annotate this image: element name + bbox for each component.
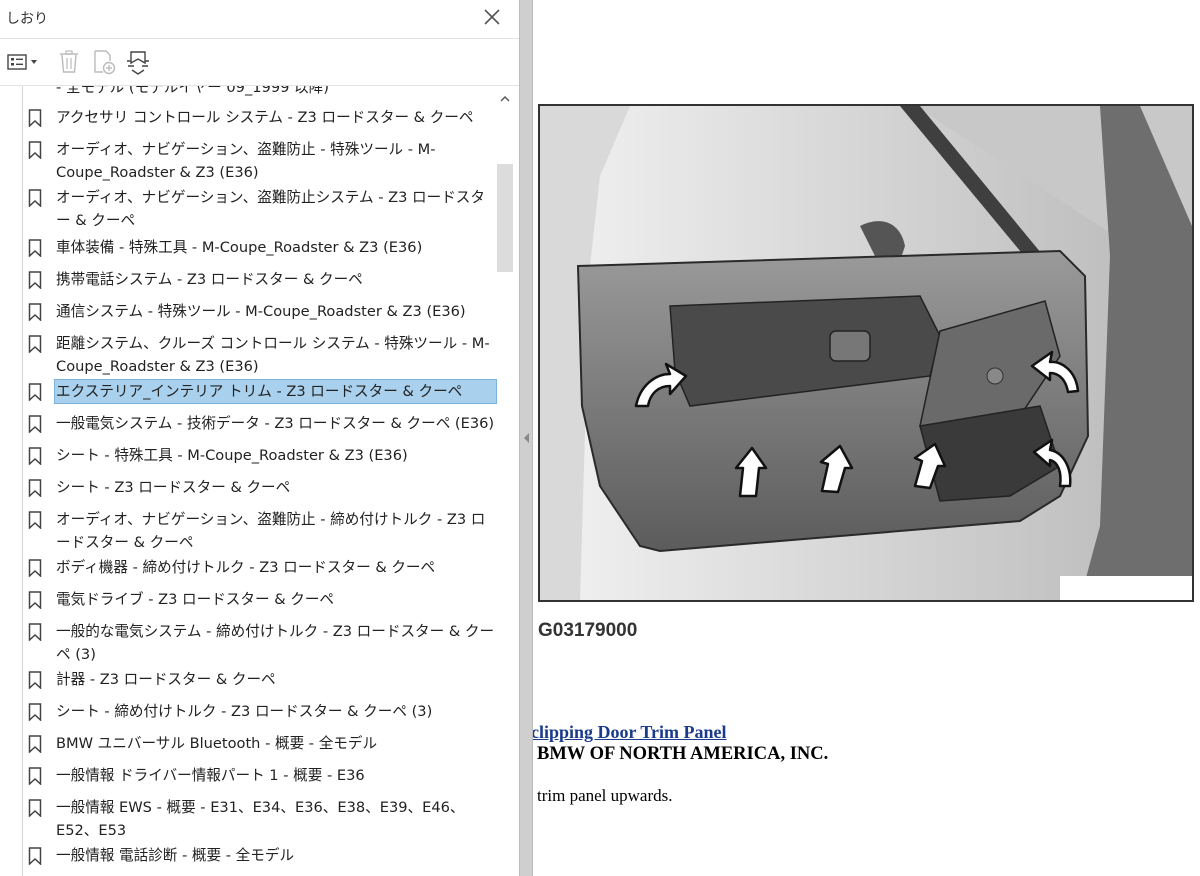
- bookmark-label: エクステリア_インテリア トリム - Z3 ロードスター & クーペ: [54, 379, 497, 404]
- door-trim-figure: [538, 104, 1194, 602]
- bookmark-icon: [28, 799, 42, 817]
- tree-guide-line: [22, 86, 23, 876]
- bookmark-label: 一般的な電気システム - 締め付けトルク - Z3 ロードスター & クーペ (…: [56, 623, 495, 663]
- bookmarks-scrollbar[interactable]: [497, 86, 517, 876]
- bookmarks-panel: しおり - 全モデル (モデルイヤー 09_1999 以降) アクセサリ コント…: [0, 0, 519, 876]
- bookmark-label: オーディオ、ナビゲーション、盗難防止 - 特殊ツール - M-Coupe_Roa…: [56, 141, 436, 181]
- new-bookmark-button[interactable]: [90, 49, 118, 75]
- panel-header: しおり: [0, 0, 519, 39]
- bookmark-icon: [28, 703, 42, 721]
- collapse-arrow-icon[interactable]: [523, 432, 531, 444]
- bookmark-label: BMW ユニバーサル Bluetooth - 概要 - 全モデル: [56, 735, 378, 752]
- bookmarks-toolbar: [0, 39, 519, 86]
- expand-bookmark-button[interactable]: [124, 49, 152, 75]
- scroll-up-arrow-icon[interactable]: [500, 94, 510, 104]
- bookmark-icon: [28, 109, 42, 127]
- bookmark-icon: [28, 847, 42, 865]
- bookmark-label: 一般情報 ドライバー情報パート 1 - 概要 - E36: [56, 767, 365, 784]
- bookmark-icon: [28, 591, 42, 609]
- bookmark-label: 電気ドライブ - Z3 ロードスター & クーペ: [56, 591, 335, 608]
- bookmark-icon: [28, 735, 42, 753]
- bookmark-icon: [28, 479, 42, 497]
- bookmark-label: シート - 締め付けトルク - Z3 ロードスター & クーペ (3): [56, 703, 433, 720]
- bookmark-icon: [28, 767, 42, 785]
- bookmark-icon: [28, 415, 42, 433]
- bookmark-icon: [28, 671, 42, 689]
- panel-splitter[interactable]: [519, 0, 533, 876]
- bookmark-label: シート - 特殊工具 - M-Coupe_Roadster & Z3 (E36): [56, 447, 408, 464]
- bookmark-label: 一般情報 電話診断 - 概要 - 全モデル: [56, 847, 295, 864]
- bookmark-icon: [28, 239, 42, 257]
- bookmark-label: オーディオ、ナビゲーション、盗難防止システム - Z3 ロードスター & クーペ: [56, 189, 485, 229]
- panel-title: しおり: [6, 11, 48, 27]
- scrollbar-thumb[interactable]: [497, 164, 513, 272]
- bookmark-icon: [28, 303, 42, 321]
- bookmark-label: 通信システム - 特殊ツール - M-Coupe_Roadster & Z3 (…: [56, 303, 466, 320]
- bookmark-icon: [28, 559, 42, 577]
- bookmark-icon: [28, 383, 42, 401]
- new-bookmark-icon: [94, 50, 116, 75]
- procedure-text: trim panel upwards.: [537, 786, 673, 805]
- door-trim-illustration: [540, 106, 1192, 600]
- bookmark-icon: [28, 623, 42, 641]
- bookmark-tree: - 全モデル (モデルイヤー 09_1999 以降) アクセサリ コントロール …: [0, 86, 500, 876]
- bookmark-label: 一般情報 EWS - 概要 - E31、E34、E36、E38、E39、E46、…: [56, 799, 465, 839]
- bookmark-label: 一般電気システム - 技術データ - Z3 ロードスター & クーペ (E36): [56, 415, 495, 432]
- bookmark-label: 距離システム、クルーズ コントロール システム - 特殊ツール - M-Coup…: [56, 335, 490, 375]
- expand-bookmark-icon: [127, 51, 149, 75]
- options-menu-button[interactable]: [6, 49, 40, 75]
- bookmark-icon: [28, 141, 42, 159]
- bookmark-icon: [28, 335, 42, 353]
- bookmark-label: - 全モデル (モデルイヤー 09_1999 以降): [56, 86, 329, 96]
- company-name: BMW OF NORTH AMERICA, INC.: [537, 744, 829, 764]
- close-panel-button[interactable]: [481, 6, 503, 28]
- document-view: G03179000 nclipping Door Trim Panel BMW …: [533, 0, 1200, 876]
- close-icon: [484, 9, 500, 25]
- trash-icon: [60, 50, 78, 73]
- bookmark-label: 携帯電話システム - Z3 ロードスター & クーペ: [56, 271, 363, 288]
- bookmark-icon: [28, 271, 42, 289]
- bookmark-icon: [28, 511, 42, 529]
- bookmark-label: オーディオ、ナビゲーション、盗難防止 - 締め付けトルク - Z3 ロードスター…: [56, 511, 486, 551]
- figure-code: G03179000: [538, 620, 638, 641]
- bookmark-icon: [28, 447, 42, 465]
- list-options-icon: [7, 54, 37, 70]
- bookmark-label: 車体装備 - 特殊工具 - M-Coupe_Roadster & Z3 (E36…: [56, 239, 423, 256]
- procedure-link[interactable]: nclipping Door Trim Panel: [533, 722, 727, 743]
- bookmark-label: シート - Z3 ロードスター & クーペ: [56, 479, 291, 496]
- delete-bookmark-button[interactable]: [55, 49, 83, 75]
- bookmark-icon: [28, 189, 42, 207]
- bookmark-label: アクセサリ コントロール システム - Z3 ロードスター & クーペ: [56, 109, 474, 126]
- bookmark-label: 計器 - Z3 ロードスター & クーペ: [56, 671, 276, 688]
- bookmark-label: ボディ機器 - 締め付けトルク - Z3 ロードスター & クーペ: [56, 559, 436, 576]
